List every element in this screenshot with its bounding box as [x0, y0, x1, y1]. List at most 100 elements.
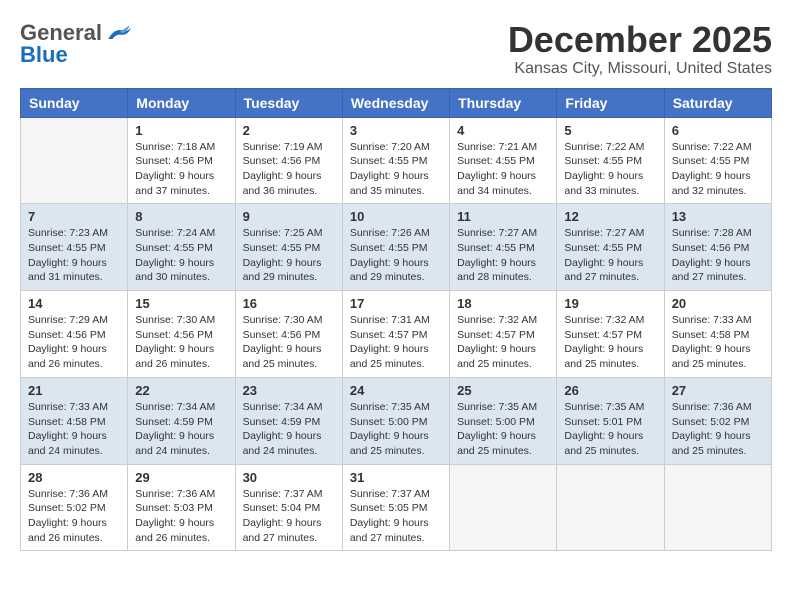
day-info: Sunrise: 7:34 AMSunset: 4:59 PMDaylight:…	[243, 400, 335, 459]
day-number: 17	[350, 296, 442, 311]
day-number: 20	[672, 296, 764, 311]
day-info: Sunrise: 7:19 AMSunset: 4:56 PMDaylight:…	[243, 140, 335, 199]
day-number: 13	[672, 209, 764, 224]
calendar-week-row: 14 Sunrise: 7:29 AMSunset: 4:56 PMDayligh…	[21, 291, 772, 378]
calendar-cell: 16Sunrise: 7:30 AMSunset: 4:56 PMDayligh…	[235, 291, 342, 378]
calendar-cell: 29 Sunrise: 7:36 AMSunset: 5:03 PMDayligh…	[128, 464, 235, 551]
day-number: 14	[28, 296, 120, 311]
day-number: 9	[243, 209, 335, 224]
day-number: 24	[350, 383, 442, 398]
day-number: 10	[350, 209, 442, 224]
calendar-cell: 17 Sunrise: 7:31 AMSunset: 4:57 PMDayligh…	[342, 291, 449, 378]
day-info: Sunrise: 7:31 AMSunset: 4:57 PMDaylight:…	[350, 313, 442, 372]
day-info: Sunrise: 7:22 AMSunset: 4:55 PMDaylight:…	[672, 140, 764, 199]
day-number: 26	[564, 383, 656, 398]
day-info: Sunrise: 7:18 AMSunset: 4:56 PMDaylight:…	[135, 140, 227, 199]
day-info: Sunrise: 7:37 AMSunset: 5:04 PMDaylight:…	[243, 487, 335, 546]
day-number: 23	[243, 383, 335, 398]
day-number: 27	[672, 383, 764, 398]
day-number: 11	[457, 209, 549, 224]
day-info: Sunrise: 7:37 AMSunset: 5:05 PMDaylight:…	[350, 487, 442, 546]
calendar-cell	[664, 464, 771, 551]
day-number: 8	[135, 209, 227, 224]
day-info: Sunrise: 7:26 AMSunset: 4:55 PMDaylight:…	[350, 226, 442, 285]
column-header-sunday: Sunday	[21, 88, 128, 117]
calendar-week-row: 1Sunrise: 7:18 AMSunset: 4:56 PMDaylight…	[21, 117, 772, 204]
calendar-cell: 1Sunrise: 7:18 AMSunset: 4:56 PMDaylight…	[128, 117, 235, 204]
month-title: December 2025	[508, 20, 772, 60]
calendar-cell: 5Sunrise: 7:22 AMSunset: 4:55 PMDaylight…	[557, 117, 664, 204]
calendar-week-row: 7Sunrise: 7:23 AMSunset: 4:55 PMDaylight…	[21, 204, 772, 291]
day-number: 4	[457, 123, 549, 138]
calendar-cell	[450, 464, 557, 551]
calendar-cell: 13 Sunrise: 7:28 AMSunset: 4:56 PMDayligh…	[664, 204, 771, 291]
day-number: 7	[28, 209, 120, 224]
day-info: Sunrise: 7:33 AMSunset: 4:58 PMDaylight:…	[672, 313, 764, 372]
calendar-cell: 15 Sunrise: 7:30 AMSunset: 4:56 PMDayligh…	[128, 291, 235, 378]
calendar-cell: 26 Sunrise: 7:35 AMSunset: 5:01 PMDayligh…	[557, 377, 664, 464]
calendar-cell: 2 Sunrise: 7:19 AMSunset: 4:56 PMDaylight…	[235, 117, 342, 204]
day-info: Sunrise: 7:36 AMSunset: 5:02 PMDaylight:…	[672, 400, 764, 459]
day-info: Sunrise: 7:27 AMSunset: 4:55 PMDaylight:…	[564, 226, 656, 285]
calendar-cell: 9 Sunrise: 7:25 AMSunset: 4:55 PMDaylight…	[235, 204, 342, 291]
calendar-cell: 4 Sunrise: 7:21 AMSunset: 4:55 PMDaylight…	[450, 117, 557, 204]
calendar-cell: 18Sunrise: 7:32 AMSunset: 4:57 PMDayligh…	[450, 291, 557, 378]
calendar-cell: 27 Sunrise: 7:36 AMSunset: 5:02 PMDayligh…	[664, 377, 771, 464]
day-info: Sunrise: 7:24 AMSunset: 4:55 PMDaylight:…	[135, 226, 227, 285]
day-info: Sunrise: 7:36 AMSunset: 5:03 PMDaylight:…	[135, 487, 227, 546]
day-info: Sunrise: 7:30 AMSunset: 4:56 PMDaylight:…	[135, 313, 227, 372]
calendar-cell	[557, 464, 664, 551]
day-number: 30	[243, 470, 335, 485]
calendar-cell: 25 Sunrise: 7:35 AMSunset: 5:00 PMDayligh…	[450, 377, 557, 464]
day-info: Sunrise: 7:35 AMSunset: 5:00 PMDaylight:…	[350, 400, 442, 459]
day-number: 3	[350, 123, 442, 138]
day-number: 29	[135, 470, 227, 485]
calendar-cell: 8 Sunrise: 7:24 AMSunset: 4:55 PMDaylight…	[128, 204, 235, 291]
calendar-cell	[21, 117, 128, 204]
calendar-week-row: 28Sunrise: 7:36 AMSunset: 5:02 PMDayligh…	[21, 464, 772, 551]
logo-bird-icon	[104, 23, 134, 43]
calendar-week-row: 21Sunrise: 7:33 AMSunset: 4:58 PMDayligh…	[21, 377, 772, 464]
calendar-cell: 23 Sunrise: 7:34 AMSunset: 4:59 PMDayligh…	[235, 377, 342, 464]
calendar-cell: 12 Sunrise: 7:27 AMSunset: 4:55 PMDayligh…	[557, 204, 664, 291]
day-number: 2	[243, 123, 335, 138]
day-number: 16	[243, 296, 335, 311]
column-header-friday: Friday	[557, 88, 664, 117]
day-info: Sunrise: 7:29 AMSunset: 4:56 PMDaylight:…	[28, 313, 120, 372]
calendar-cell: 3Sunrise: 7:20 AMSunset: 4:55 PMDaylight…	[342, 117, 449, 204]
location-title: Kansas City, Missouri, United States	[508, 60, 772, 78]
day-number: 6	[672, 123, 764, 138]
day-number: 18	[457, 296, 549, 311]
title-section: December 2025 Kansas City, Missouri, Uni…	[508, 20, 772, 78]
calendar-cell: 24 Sunrise: 7:35 AMSunset: 5:00 PMDayligh…	[342, 377, 449, 464]
calendar-cell: 19 Sunrise: 7:32 AMSunset: 4:57 PMDayligh…	[557, 291, 664, 378]
day-number: 25	[457, 383, 549, 398]
column-header-wednesday: Wednesday	[342, 88, 449, 117]
day-info: Sunrise: 7:33 AMSunset: 4:58 PMDaylight:…	[28, 400, 120, 459]
day-info: Sunrise: 7:36 AMSunset: 5:02 PMDaylight:…	[28, 487, 120, 546]
day-info: Sunrise: 7:35 AMSunset: 5:01 PMDaylight:…	[564, 400, 656, 459]
calendar-cell: 21Sunrise: 7:33 AMSunset: 4:58 PMDayligh…	[21, 377, 128, 464]
calendar-cell: 30 Sunrise: 7:37 AMSunset: 5:04 PMDayligh…	[235, 464, 342, 551]
calendar-header-row: SundayMondayTuesdayWednesdayThursdayFrid…	[21, 88, 772, 117]
day-info: Sunrise: 7:22 AMSunset: 4:55 PMDaylight:…	[564, 140, 656, 199]
page-header: General Blue December 2025 Kansas City, …	[20, 20, 772, 78]
column-header-tuesday: Tuesday	[235, 88, 342, 117]
day-info: Sunrise: 7:28 AMSunset: 4:56 PMDaylight:…	[672, 226, 764, 285]
day-number: 19	[564, 296, 656, 311]
calendar-cell: 6 Sunrise: 7:22 AMSunset: 4:55 PMDaylight…	[664, 117, 771, 204]
day-number: 15	[135, 296, 227, 311]
calendar-cell: 10 Sunrise: 7:26 AMSunset: 4:55 PMDayligh…	[342, 204, 449, 291]
day-info: Sunrise: 7:32 AMSunset: 4:57 PMDaylight:…	[564, 313, 656, 372]
day-number: 12	[564, 209, 656, 224]
logo-blue-text: Blue	[20, 42, 68, 68]
calendar-table: SundayMondayTuesdayWednesdayThursdayFrid…	[20, 88, 772, 552]
column-header-thursday: Thursday	[450, 88, 557, 117]
day-info: Sunrise: 7:35 AMSunset: 5:00 PMDaylight:…	[457, 400, 549, 459]
calendar-cell: 20 Sunrise: 7:33 AMSunset: 4:58 PMDayligh…	[664, 291, 771, 378]
day-info: Sunrise: 7:25 AMSunset: 4:55 PMDaylight:…	[243, 226, 335, 285]
day-number: 22	[135, 383, 227, 398]
day-info: Sunrise: 7:21 AMSunset: 4:55 PMDaylight:…	[457, 140, 549, 199]
column-header-saturday: Saturday	[664, 88, 771, 117]
day-info: Sunrise: 7:27 AMSunset: 4:55 PMDaylight:…	[457, 226, 549, 285]
